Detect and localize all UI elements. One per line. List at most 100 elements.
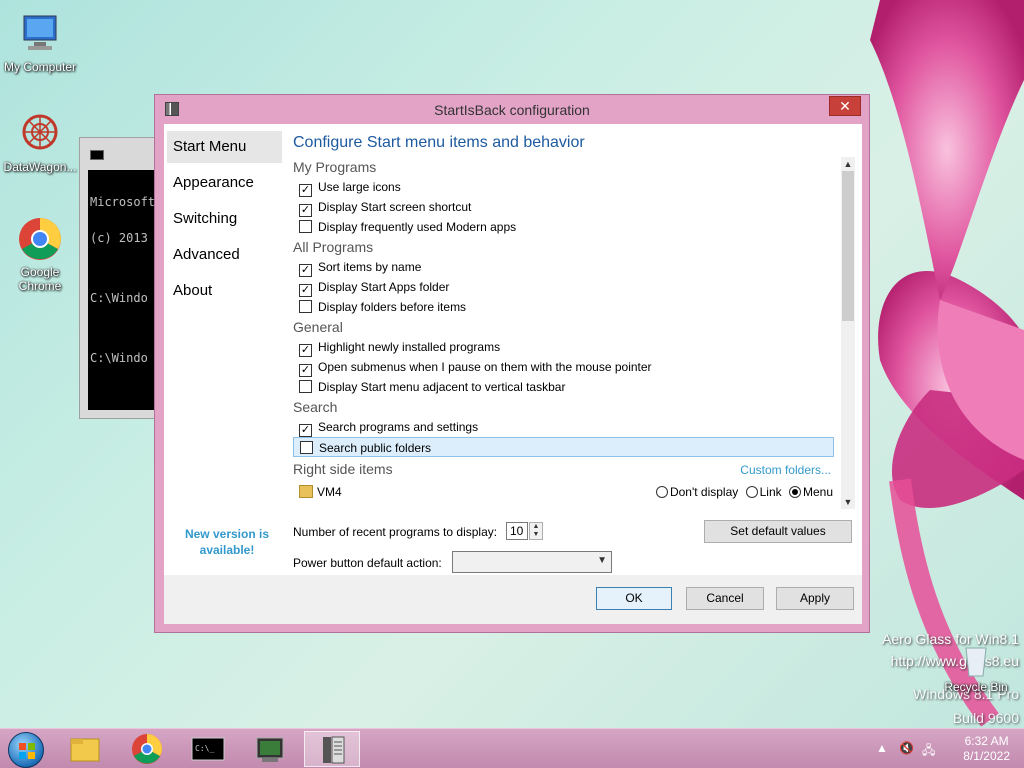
start-button[interactable] [8,732,44,768]
option-search-public-folders[interactable]: Search public folders [293,437,834,457]
console-icon [90,150,104,160]
folder-icon [70,738,100,762]
option-open-submenus-on-pause[interactable]: ✓ Open submenus when I pause on them with… [293,357,851,377]
recycle-bin-icon [952,640,1000,678]
group-title: Search [293,399,338,415]
volume-muted-icon[interactable]: 🔇 [899,741,914,755]
window-title: StartIsBack configuration [434,102,590,118]
option-display-frequent-modern-apps[interactable]: Display frequently used Modern apps [293,217,851,237]
title-bar[interactable]: StartIsBack configuration ✕ [155,95,869,124]
desktop-icon-google-chrome[interactable]: Google Chrome [0,215,80,293]
close-button[interactable]: ✕ [829,96,861,116]
radio-menu[interactable] [788,486,801,498]
nav-list: Start Menu Appearance Switching Advanced… [167,131,282,311]
desktop-icon-label: Google Chrome [18,265,62,293]
clock[interactable]: 6:32 AM 8/1/2022 [963,734,1010,764]
scroll-down-icon[interactable]: ▼ [841,495,855,509]
desktop-icon-label: My Computer [3,60,77,74]
radio-dont-display[interactable] [655,486,668,498]
group-title: Right side items [293,461,393,477]
checkbox[interactable]: ✓ [299,344,312,357]
app-icon [323,736,345,764]
spin-up-icon[interactable]: ▲ [530,523,542,531]
spin-down-icon[interactable]: ▼ [530,531,542,539]
taskbar-datawagon[interactable] [242,731,298,767]
checkbox[interactable] [299,220,312,233]
checkbox[interactable]: ✓ [299,264,312,277]
option-highlight-new-programs[interactable]: ✓ Highlight newly installed programs [293,337,851,357]
network-icon[interactable]: 🖧 [922,741,935,762]
radio-link[interactable] [745,486,758,498]
group-title: General [293,319,343,335]
checkbox[interactable] [299,300,312,313]
folder-icon [299,485,313,498]
desktop-icon-recycle-bin[interactable]: Recycle Bin [936,640,1016,694]
new-version-link[interactable]: New version is available! [172,526,282,558]
option-use-large-icons[interactable]: ✓ Use large icons [293,177,851,197]
nav-item-switching[interactable]: Switching [167,203,282,235]
options-list[interactable]: My Programs ✓ Use large icons ✓ Display St… [293,157,851,511]
group-title: All Programs [293,239,374,255]
desktop-icon-label: DataWagon... [3,160,77,174]
cancel-button[interactable]: Cancel [686,587,764,610]
checkbox[interactable]: ✓ [299,184,312,197]
recent-programs-input[interactable]: 10 [506,522,528,540]
option-display-folders-before-items[interactable]: Display folders before items [293,297,851,317]
desktop-icon-datawagon[interactable]: DataWagon... [0,110,80,174]
chevron-down-icon: ▼ [597,555,607,566]
nav-item-appearance[interactable]: Appearance [167,167,282,199]
windows-logo-icon [19,743,35,759]
scroll-up-icon[interactable]: ▲ [841,157,855,171]
option-display-start-screen-shortcut[interactable]: ✓ Display Start screen shortcut [293,197,851,217]
option-display-start-apps-folder[interactable]: ✓ Display Start Apps folder [293,277,851,297]
power-button-label: Power button default action: [293,556,442,570]
recent-programs-spinner[interactable]: ▲ ▼ [529,522,543,540]
set-default-values-button[interactable]: Set default values [704,520,852,543]
button-bar: OK Cancel Apply [164,575,862,624]
checkbox[interactable]: ✓ [299,424,312,437]
taskbar-chrome[interactable] [119,731,175,767]
taskbar-file-explorer[interactable] [57,731,113,767]
chrome-icon [132,734,162,764]
recent-programs-label: Number of recent programs to display: [293,525,498,539]
dialog-client: Start Menu Appearance Switching Advanced… [164,124,862,624]
option-search-programs-settings[interactable]: ✓ Search programs and settings [293,417,851,437]
custom-folders-link[interactable]: Custom folders... [740,459,831,481]
clock-time: 6:32 AM [964,734,1009,748]
right-side-item-label: VM4 [317,485,342,499]
taskbar: C:\_ ▲ 🔇 🖧 6:32 AM 8/1/2022 [0,728,1024,768]
checkbox[interactable]: ✓ [299,284,312,297]
console-icon: C:\_ [191,737,225,761]
power-button-select[interactable]: ▼ [452,551,612,573]
taskbar-command-prompt[interactable]: C:\_ [180,731,236,767]
clock-date: 8/1/2022 [963,749,1010,763]
startisback-dialog[interactable]: StartIsBack configuration ✕ Start Menu A… [154,94,870,633]
right-side-header: Right side items Custom folders... [293,459,851,481]
checkbox[interactable]: ✓ [299,204,312,217]
nav-item-advanced[interactable]: Advanced [167,239,282,271]
show-hidden-icons[interactable]: ▲ [876,741,888,755]
datawagon-icon [16,110,64,158]
right-side-item-row[interactable]: VM4 Don't display Link Menu [293,481,851,503]
chrome-icon [16,215,64,263]
checkbox[interactable] [300,441,313,454]
desktop-icon-my-computer[interactable]: My Computer [0,10,80,74]
scroll-thumb[interactable] [842,171,854,321]
apply-button[interactable]: Apply [776,587,854,610]
svg-text:C:\_: C:\_ [195,744,214,753]
option-adjacent-vertical-taskbar[interactable]: Display Start menu adjacent to vertical … [293,377,851,397]
options-scrollbar[interactable]: ▲ ▼ [841,157,855,509]
nav-item-start-menu[interactable]: Start Menu [167,131,282,163]
build-number: Build 9600 [952,710,1019,726]
group-title: My Programs [293,159,377,175]
ok-button[interactable]: OK [596,587,672,610]
computer-icon [16,10,64,58]
desktop-icon-label: Recycle Bin [944,680,1008,694]
checkbox[interactable]: ✓ [299,364,312,377]
terminal-app-icon [256,737,284,762]
checkbox[interactable] [299,380,312,393]
display-mode-radios: Don't display Link Menu [655,481,833,503]
option-sort-items-by-name[interactable]: ✓ Sort items by name [293,257,851,277]
nav-item-about[interactable]: About [167,275,282,307]
taskbar-startisback[interactable] [304,731,360,767]
